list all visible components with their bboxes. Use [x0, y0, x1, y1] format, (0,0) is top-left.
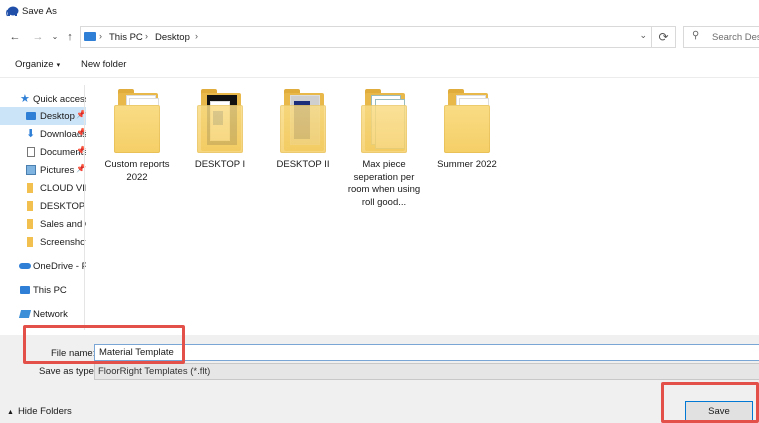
search-input[interactable]: ⚲ Search Desktop [683, 26, 759, 48]
folder-icon [361, 89, 407, 153]
nav-label: Quick access [33, 94, 86, 105]
nav-item-screenshots[interactable]: Screenshots [0, 233, 86, 251]
nav-item-network[interactable]: Network [0, 305, 86, 323]
folder-item[interactable]: Summer 2022 [426, 89, 508, 172]
address-dropdown-chevron-icon[interactable]: ⌄ [639, 30, 647, 41]
folder-icon [27, 201, 33, 211]
command-bar: Organize ▾ New folder [0, 52, 759, 78]
folder-icon [197, 89, 243, 153]
nav-label: Sales and C [40, 219, 86, 230]
caret-down-icon: ▾ [56, 62, 61, 69]
save-as-type-label: Save as type: [39, 366, 97, 377]
save-as-type-select[interactable]: FloorRight Templates (*.flt) [94, 363, 759, 380]
nav-item-desktop-i[interactable]: DESKTOP I [0, 197, 86, 215]
star-icon: ★ [20, 93, 30, 105]
folder-icon [444, 89, 490, 153]
folder-item[interactable]: DESKTOP I [179, 89, 261, 172]
navigation-pane: ★ Quick access Desktop 📌 ⬇ Downloads 📌 D… [0, 85, 86, 330]
folder-item[interactable]: DESKTOP II [262, 89, 344, 172]
folder-name: DESKTOP II [276, 159, 330, 170]
up-arrow-icon[interactable]: ↑ [63, 30, 77, 44]
desktop-icon [26, 112, 36, 120]
folder-name: Summer 2022 [437, 159, 497, 170]
nav-item-downloads[interactable]: ⬇ Downloads 📌 [0, 125, 86, 143]
nav-item-sales-and-c[interactable]: Sales and C [0, 215, 86, 233]
folder-name: DESKTOP I [194, 159, 246, 170]
folder-icon [280, 89, 326, 153]
forward-arrow-icon[interactable]: → [31, 30, 45, 44]
breadcrumb-this-pc[interactable]: This PC [109, 32, 143, 43]
save-button-highlight [661, 382, 759, 423]
download-arrow-icon: ⬇ [26, 128, 36, 140]
nav-divider [84, 85, 85, 330]
breadcrumb-desktop[interactable]: Desktop [155, 32, 190, 43]
organize-label: Organize [15, 59, 54, 70]
nav-label: This PC [33, 285, 67, 296]
nav-item-quick-access[interactable]: ★ Quick access [0, 90, 86, 108]
folder-item[interactable]: Max piece seperation per room when using… [343, 89, 425, 209]
nav-label: Desktop [40, 111, 75, 122]
folder-item[interactable]: Custom reports 2022 [96, 89, 178, 184]
network-icon [18, 310, 32, 318]
this-pc-icon [84, 32, 96, 41]
file-name-input[interactable] [94, 344, 759, 361]
nav-item-cloud-videos[interactable]: CLOUD VIDEOS [0, 179, 86, 197]
refresh-icon[interactable]: ⟳ [652, 26, 676, 48]
nav-label: CLOUD VIDEOS [40, 183, 86, 194]
file-name-highlight [23, 325, 185, 364]
documents-icon [27, 147, 35, 157]
breadcrumb-separator-icon[interactable]: › [195, 31, 198, 41]
search-icon: ⚲ [692, 30, 700, 41]
nav-item-this-pc[interactable]: This PC [0, 281, 86, 299]
nav-item-pictures[interactable]: Pictures 📌 [0, 161, 86, 179]
folder-icon [27, 183, 33, 193]
address-bar[interactable]: › This PC › Desktop › ⌄ [80, 26, 652, 48]
organize-button[interactable]: Organize ▾ [15, 59, 60, 70]
hide-folders-button[interactable]: ▲ Hide Folders [7, 406, 72, 417]
nav-label: Screenshots [40, 237, 86, 248]
window-title: Save As [22, 6, 57, 17]
folder-name: Max piece seperation per room when using… [347, 159, 421, 208]
nav-label: Pictures [40, 165, 75, 176]
nav-label: Network [33, 309, 68, 320]
address-row: ← → ⌄ ↑ › This PC › Desktop › ⌄ ⟳ ⚲ Sear… [0, 24, 759, 50]
pictures-icon [26, 165, 36, 175]
chevron-up-icon: ▲ [7, 409, 14, 416]
nav-label: OneDrive - Personal [33, 261, 86, 272]
folder-icon [114, 89, 160, 153]
file-list: Custom reports 2022 DESKTOP I DESKTOP II… [92, 85, 759, 330]
nav-item-desktop[interactable]: Desktop 📌 [0, 107, 86, 125]
recent-locations-chevron-icon[interactable]: ⌄ [48, 30, 62, 44]
onedrive-cloud-icon [19, 263, 31, 269]
nav-item-documents[interactable]: Documents 📌 [0, 143, 86, 161]
folder-name: Custom reports 2022 [104, 159, 170, 183]
back-arrow-icon[interactable]: ← [8, 30, 22, 44]
this-pc-icon [20, 286, 30, 294]
folder-icon [27, 237, 33, 247]
hide-folders-label: Hide Folders [17, 406, 72, 417]
breadcrumb-separator-icon[interactable]: › [145, 31, 148, 41]
nav-item-onedrive[interactable]: OneDrive - Personal [0, 257, 86, 275]
new-folder-button[interactable]: New folder [81, 59, 126, 70]
breadcrumb-separator-icon[interactable]: › [99, 31, 102, 41]
nav-label: DESKTOP I [40, 201, 86, 212]
title-bar: Save As [0, 0, 759, 24]
floorright-elephant-icon [6, 6, 19, 17]
folder-icon [27, 219, 33, 229]
search-placeholder: Search Desktop [712, 32, 759, 43]
